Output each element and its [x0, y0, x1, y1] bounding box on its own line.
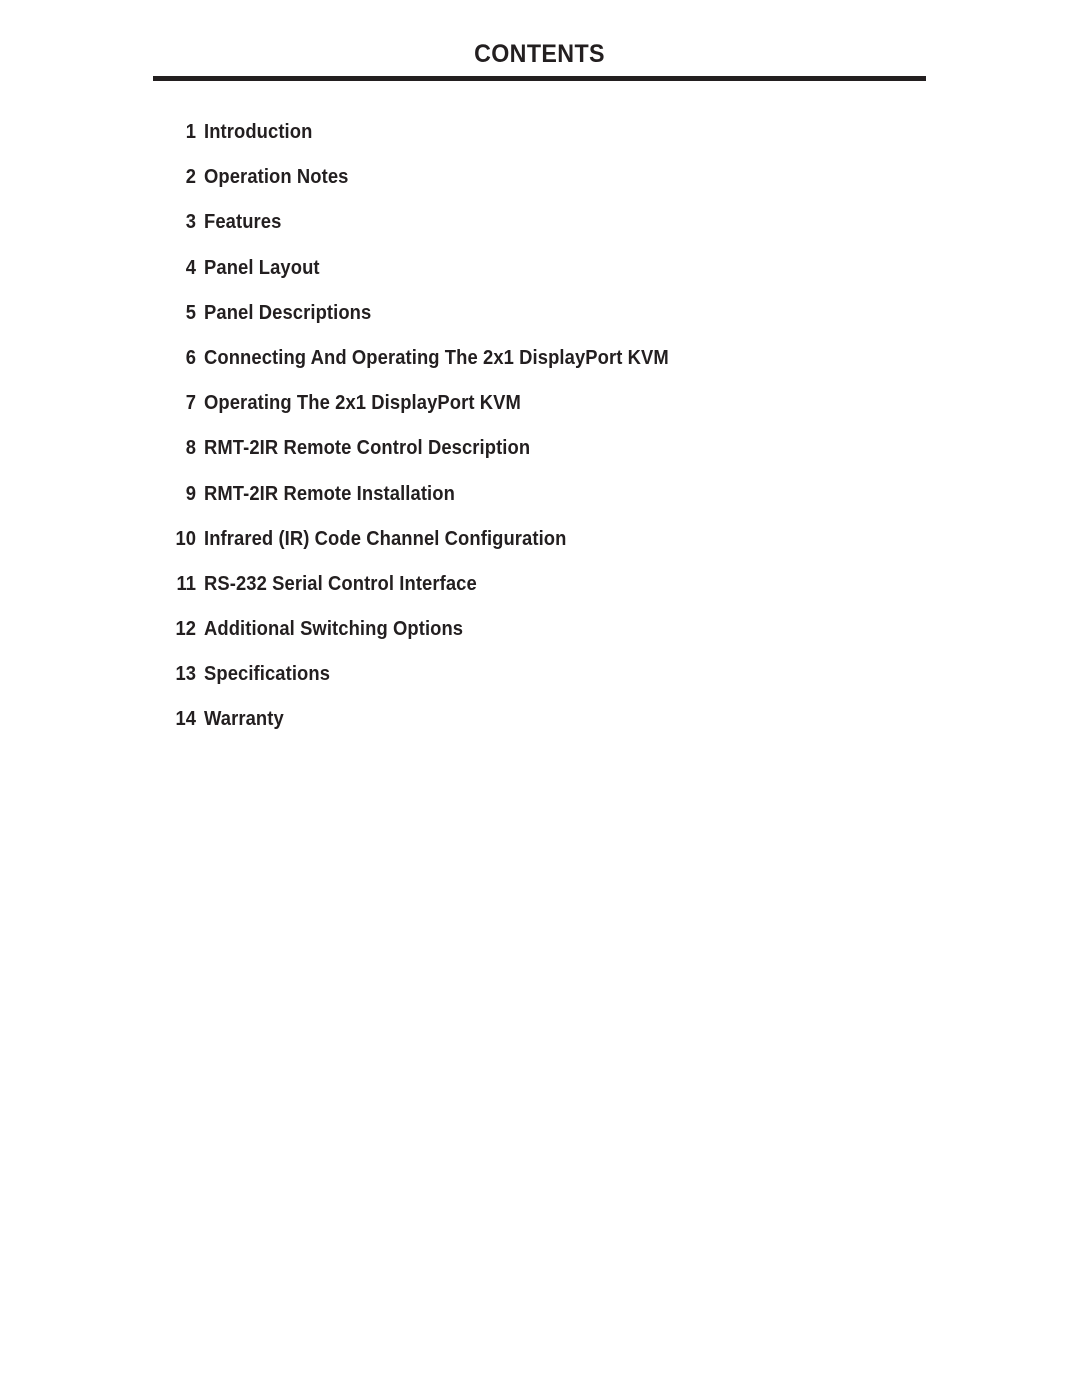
toc-entry-title: Operating The 2x1 DisplayPort KVM: [204, 392, 521, 415]
toc-entry[interactable]: 10 Infrared (IR) Code Channel Configurati…: [153, 517, 943, 562]
toc-entry-number: 1: [185, 121, 196, 143]
toc-entry-number: 6: [185, 346, 196, 369]
toc-entry-title: Panel Descriptions: [204, 301, 372, 324]
toc-entry-title: Operation Notes: [204, 166, 349, 189]
toc-entry-number: 11: [176, 572, 196, 595]
toc-entry-number: 8: [185, 437, 196, 460]
toc-entry[interactable]: 13 Specifications: [153, 652, 943, 697]
page-title: CONTENTS: [474, 40, 605, 68]
toc-entry-title: Features: [204, 211, 282, 234]
title-divider: [153, 76, 926, 81]
toc-entry-number: 9: [185, 482, 196, 505]
document-page: CONTENTS 1 Introduction 2 Operation Notes 3 F…: [0, 0, 1080, 1397]
toc-entry[interactable]: 6 Connecting And Operating The 2x1 Displa…: [153, 336, 943, 381]
toc-entry[interactable]: 5 Panel Descriptions: [153, 291, 943, 336]
toc-entry[interactable]: 3 Features: [153, 200, 943, 245]
toc-entry-number: 13: [175, 663, 196, 686]
toc-entry-number: 5: [185, 301, 196, 324]
toc-entry-number: 3: [185, 211, 196, 234]
toc-entry-title: Introduction: [204, 121, 313, 143]
toc-entry-number: 2: [185, 166, 196, 189]
toc-entry[interactable]: 7 Operating The 2x1 DisplayPort KVM: [153, 381, 943, 426]
toc-entry-title: RMT-2IR Remote Installation: [204, 482, 455, 505]
toc-entry[interactable]: 1 Introduction: [153, 110, 943, 155]
toc-entry-number: 10: [175, 527, 196, 550]
toc-entry-number: 12: [175, 618, 196, 641]
toc-entry-title: RS-232 Serial Control Interface: [204, 572, 477, 595]
toc-entry[interactable]: 9 RMT-2IR Remote Installation: [153, 472, 943, 517]
toc-entry[interactable]: 14 Warranty: [153, 697, 943, 742]
toc-entry[interactable]: 2 Operation Notes: [153, 155, 943, 200]
toc-entry[interactable]: 11 RS-232 Serial Control Interface: [153, 562, 943, 607]
toc-entry[interactable]: 12 Additional Switching Options: [153, 607, 943, 652]
toc-entry-number: 7: [185, 392, 196, 415]
toc-entry-title: Warranty: [204, 708, 284, 731]
toc-entry-title: RMT-2IR Remote Control Description: [204, 437, 531, 460]
toc-entry-title: Additional Switching Options: [204, 618, 464, 641]
toc-entry-title: Connecting And Operating The 2x1 Display…: [204, 346, 669, 369]
toc-entry-number: 4: [185, 256, 196, 279]
toc-entry-number: 14: [175, 708, 196, 731]
page-header: CONTENTS: [153, 38, 926, 81]
toc-entry[interactable]: 8 RMT-2IR Remote Control Description: [153, 426, 943, 471]
toc-entry-title: Panel Layout: [204, 256, 320, 279]
toc-entry-title: Specifications: [204, 663, 331, 686]
toc-entry[interactable]: 4 Panel Layout: [153, 246, 943, 291]
toc-entry-title: Infrared (IR) Code Channel Configuration: [204, 527, 567, 550]
table-of-contents: 1 Introduction 2 Operation Notes 3 Features 4 P…: [153, 110, 943, 743]
